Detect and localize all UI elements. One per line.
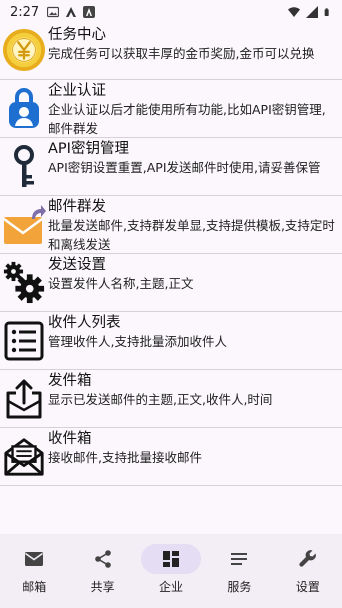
image-icon — [47, 6, 60, 18]
nav-item-enterprise[interactable]: 企业 — [137, 534, 205, 608]
list-item-outbox[interactable]: 发件箱 显示已发送邮件的主题,正文,收件人,时间 — [0, 370, 342, 428]
item-desc: 企业认证以后才能使用所有功能,比如API密钥管理,邮件群发 — [48, 102, 326, 136]
item-desc: 管理收件人,支持批量添加收件人 — [48, 334, 227, 349]
item-desc: API密钥设置重置,API发送邮件时使用,请妥善保管 — [48, 160, 321, 175]
list-item-bulk-mail[interactable]: 邮件群发 批量发送邮件,支持群发单显,支持提供模板,支持定时和离线发送 — [0, 196, 342, 254]
status-icons-right — [288, 6, 332, 18]
enterprise-lock-icon — [2, 87, 46, 131]
item-title: 发送设置 — [48, 257, 106, 273]
list-item-task-center[interactable]: 任务中心 完成任务可以获取丰厚的金币奖励,金币可以兑换 — [0, 24, 342, 80]
item-title: 邮件群发 — [48, 199, 106, 215]
gold-coin-icon — [2, 28, 46, 72]
item-desc: 接收邮件,支持批量接收邮件 — [48, 450, 202, 465]
item-desc: 完成任务可以获取丰厚的金币奖励,金币可以兑换 — [48, 46, 315, 61]
a-box-icon — [83, 6, 96, 18]
nav-label: 共享 — [90, 580, 115, 594]
a-icon — [66, 7, 77, 17]
menu-lines-icon — [231, 553, 248, 565]
nav-label: 企业 — [159, 580, 184, 594]
bottom-nav: 邮箱 共享 企业 服务 设置 — [0, 534, 342, 608]
battery-icon — [324, 8, 329, 16]
list-item-api-key[interactable]: API密钥管理 API密钥设置重置,API发送邮件时使用,请妥善保管 — [0, 138, 342, 196]
nav-label: 邮箱 — [22, 580, 47, 594]
status-bar: 2:27 — [0, 0, 342, 24]
list-item-enterprise-auth[interactable]: 企业认证 企业认证以后才能使用所有功能,比如API密钥管理,邮件群发 — [0, 80, 342, 138]
nav-item-mailbox[interactable]: 邮箱 — [0, 534, 68, 608]
mail-icon — [25, 552, 44, 566]
item-title: 收件人列表 — [48, 315, 121, 331]
item-title: 任务中心 — [48, 27, 106, 43]
nav-item-services[interactable]: 服务 — [205, 534, 273, 608]
nav-item-settings[interactable]: 设置 — [274, 534, 342, 608]
item-desc: 设置发件人名称,主题,正文 — [48, 276, 194, 291]
key-icon — [2, 145, 46, 189]
item-desc: 批量发送邮件,支持群发单显,支持提供模板,支持定时和离线发送 — [48, 218, 335, 252]
feature-list: 任务中心 完成任务可以获取丰厚的金币奖励,金币可以兑换 企业认证 企业认证以后才… — [0, 24, 342, 486]
status-icons-left — [47, 6, 96, 18]
wrench-icon — [299, 550, 316, 567]
item-title: 企业认证 — [48, 83, 106, 99]
gears-icon — [2, 260, 46, 304]
mail-send-icon — [2, 203, 46, 247]
nav-item-share[interactable]: 共享 — [68, 534, 136, 608]
list-item-recipients[interactable]: 收件人列表 管理收件人,支持批量添加收件人 — [0, 312, 342, 370]
recipient-list-icon — [2, 319, 46, 363]
wifi-icon — [288, 7, 300, 17]
nav-label: 设置 — [295, 580, 320, 594]
item-desc: 显示已发送邮件的主题,正文,收件人,时间 — [48, 392, 273, 407]
nav-label: 服务 — [227, 580, 252, 594]
outbox-icon — [2, 377, 46, 421]
status-time: 2:27 — [10, 4, 40, 20]
list-item-send-settings[interactable]: 发送设置 设置发件人名称,主题,正文 — [0, 254, 342, 312]
item-title: 发件箱 — [48, 373, 92, 389]
list-item-inbox[interactable]: 收件箱 接收邮件,支持批量接收邮件 — [0, 428, 342, 486]
item-title: API密钥管理 — [48, 141, 129, 157]
item-title: 收件箱 — [48, 431, 92, 447]
signal-icon — [306, 6, 318, 18]
share-icon — [94, 550, 111, 568]
dashboard-icon — [163, 551, 180, 567]
inbox-icon — [2, 434, 46, 478]
